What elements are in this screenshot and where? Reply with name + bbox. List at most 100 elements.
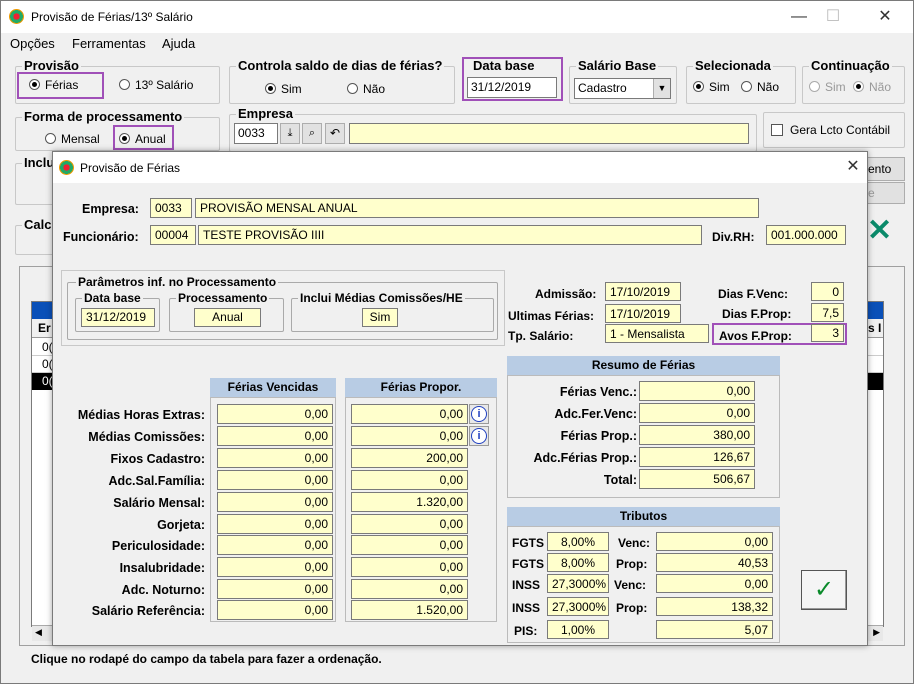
div-rh-label: Div.RH:: [712, 230, 755, 244]
fgts-venc-value: 0,00: [656, 532, 773, 551]
radio-13-salario[interactable]: 13º Salário: [119, 78, 193, 92]
resumo-label: Férias Prop.:: [560, 429, 637, 443]
secondary-button[interactable]: e: [867, 182, 905, 204]
radio-anual-label: Anual: [135, 132, 166, 146]
scroll-left-icon[interactable]: ◀: [35, 627, 42, 638]
inss-venc-label: INSS: [512, 578, 541, 592]
resumo-value: 380,00: [639, 425, 755, 445]
dias-fvenc-label: Dias F.Venc:: [718, 287, 789, 301]
vencidas-value: 0,00: [217, 600, 333, 620]
dialog-funcionario-label: Funcionário:: [63, 230, 139, 244]
dialog-funcionario-name: TESTE PROVISÃO IIII: [198, 225, 702, 245]
chevron-down-icon[interactable]: ▼: [653, 79, 670, 98]
menu-bar: Opções Ferramentas Ajuda: [1, 33, 913, 55]
dialog-title-bar: Provisão de Férias ✕: [53, 152, 867, 183]
dias-fvenc-value: 0: [811, 282, 844, 301]
window-title: Provisão de Férias/13º Salário: [31, 10, 193, 24]
radio-mensal[interactable]: Mensal: [45, 132, 100, 146]
propor-value: 0,00: [351, 535, 468, 555]
vencidas-value: 0,00: [217, 492, 333, 512]
excel-icon[interactable]: ✕: [867, 216, 903, 246]
radio-selecionada-sim[interactable]: Sim: [693, 80, 730, 94]
vencidas-value: 0,00: [217, 579, 333, 599]
fgts-venc-type: Venc:: [618, 536, 651, 550]
menu-ajuda[interactable]: Ajuda: [162, 36, 195, 51]
grid-col-2[interactable]: s I: [868, 321, 881, 335]
inss-prop-label: INSS: [512, 601, 541, 615]
data-base-input[interactable]: 31/12/2019: [467, 77, 557, 98]
download-icon[interactable]: ⤓: [280, 123, 300, 144]
close-button[interactable]: ✕: [865, 5, 905, 29]
vencidas-value: 0,00: [217, 448, 333, 468]
propor-value: 0,00: [351, 404, 468, 424]
propor-value: 200,00: [351, 448, 468, 468]
vencidas-value: 0,00: [217, 404, 333, 424]
radio-controla-sim[interactable]: Sim: [265, 82, 302, 96]
radio-controla-nao-label: Não: [363, 82, 386, 96]
resumo-label: Adc.Fer.Venc:: [554, 407, 637, 421]
scroll-right-icon[interactable]: ▶: [873, 627, 880, 638]
info-button[interactable]: i: [469, 426, 489, 446]
menu-opcoes[interactable]: Opções: [10, 36, 55, 51]
inss-venc-value: 0,00: [656, 574, 773, 593]
fgts-venc-pct: 8,00%: [547, 532, 609, 551]
dialog-empresa-label: Empresa:: [82, 202, 139, 216]
radio-selecionada-nao[interactable]: Não: [741, 80, 779, 94]
empresa-code-input[interactable]: 0033: [234, 123, 278, 144]
inss-prop-value: 138,32: [656, 597, 773, 616]
vencidas-value: 0,00: [217, 470, 333, 490]
radio-ferias[interactable]: Férias: [29, 78, 78, 92]
dialog-empresa-name: PROVISÃO MENSAL ANUAL: [195, 198, 759, 218]
ok-button[interactable]: ✓: [801, 570, 847, 610]
radio-indicator: [265, 83, 276, 94]
empresa-name-input[interactable]: [349, 123, 749, 144]
fgts-prop-type: Prop:: [616, 557, 648, 571]
vencidas-value: 0,00: [217, 514, 333, 534]
dialog-funcionario-code: 00004: [150, 225, 196, 245]
parametros-label: Parâmetros inf. no Processamento: [76, 275, 279, 289]
menu-ferramentas[interactable]: Ferramentas: [72, 36, 146, 51]
dias-fprop-value: 7,5: [811, 303, 844, 322]
row-label: Salário Mensal:: [113, 496, 205, 510]
row-label: Salário Referência:: [91, 604, 205, 618]
radio-continuacao-nao[interactable]: Não: [853, 80, 891, 94]
tp-salario-value: 1 - Mensalista: [605, 324, 709, 343]
calc-group: Calc: [15, 217, 55, 255]
maximize-button[interactable]: ☐: [813, 5, 853, 29]
app-icon: [9, 9, 24, 24]
radio-controla-sim-label: Sim: [281, 82, 302, 96]
radio-indicator: [741, 81, 752, 92]
resumo-value: 126,67: [639, 447, 755, 467]
param-inclui-value: Sim: [362, 308, 398, 327]
data-base-label: Data base: [473, 58, 535, 73]
admissao-label: Admissão:: [535, 287, 597, 301]
radio-indicator: [29, 79, 40, 90]
continuacao-label: Continuação: [809, 58, 892, 73]
resumo-label: Férias Venc.:: [559, 385, 637, 399]
info-button[interactable]: i: [469, 404, 489, 424]
dialog-close-button[interactable]: ✕: [833, 155, 873, 179]
salario-base-select[interactable]: Cadastro ▼: [574, 78, 671, 99]
radio-selecionada-sim-label: Sim: [709, 80, 730, 94]
row-label: Médias Horas Extras:: [77, 408, 205, 422]
radio-mensal-label: Mensal: [61, 132, 100, 146]
undo-icon[interactable]: ↶: [325, 123, 345, 144]
search-person-icon[interactable]: ⌕: [302, 123, 322, 144]
radio-continuacao-sim[interactable]: Sim: [809, 80, 846, 94]
resumo-value: 0,00: [639, 381, 755, 401]
radio-indicator: [45, 133, 56, 144]
radio-controla-nao[interactable]: Não: [347, 82, 385, 96]
avos-fprop-value: 3: [811, 324, 844, 342]
row-label: Periculosidade:: [111, 539, 205, 553]
empresa-label: Empresa: [236, 106, 295, 121]
provisao-ferias-dialog: Provisão de Férias ✕ Empresa: 0033 PROVI…: [52, 151, 868, 646]
info-icon: i: [471, 428, 487, 444]
param-inclui-label: Inclui Médias Comissões/HE: [298, 291, 465, 305]
row-label: Gorjeta:: [157, 518, 205, 532]
div-rh-value: 001.000.000: [766, 225, 846, 245]
resumo-value: 0,00: [639, 403, 755, 423]
resumo-label: Total:: [603, 473, 637, 487]
gera-lcto-checkbox[interactable]: [771, 124, 783, 136]
grid-col-1[interactable]: Er: [38, 321, 51, 335]
radio-anual[interactable]: Anual: [119, 132, 166, 146]
